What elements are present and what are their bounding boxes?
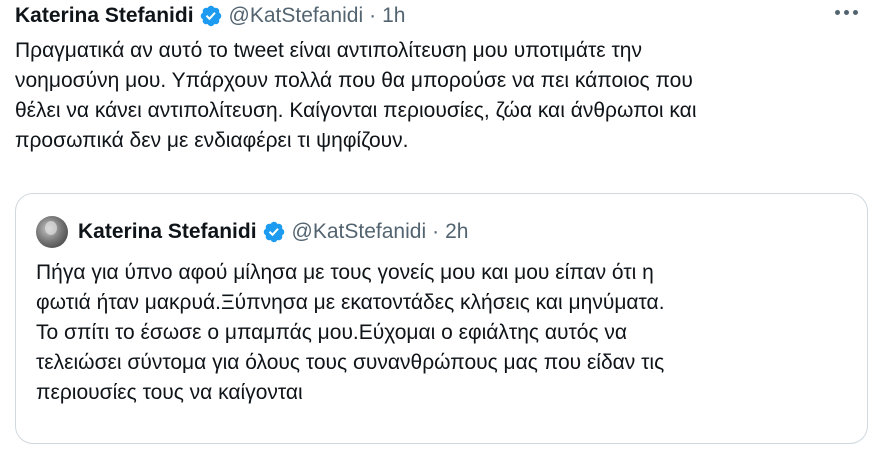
quoted-author-name: Katerina Stefanidi bbox=[78, 220, 257, 243]
quoted-tweet-timestamp: 2h bbox=[445, 220, 469, 243]
avatar bbox=[36, 216, 68, 248]
quoted-tweet-card[interactable]: Katerina Stefanidi @KatStefanidi · 2h Πή… bbox=[15, 193, 868, 444]
quoted-tweet-text: Πήγα για ύπνο αφού μίλησα με τους γονείς… bbox=[36, 261, 665, 404]
tweet-timestamp[interactable]: 1h bbox=[382, 4, 405, 28]
tweet-card[interactable]: Katerina Stefanidi @KatStefanidi · 1h Πρ… bbox=[0, 0, 880, 454]
tweet-header: Katerina Stefanidi @KatStefanidi · 1h bbox=[15, 2, 405, 30]
quoted-tweet-header: Katerina Stefanidi @KatStefanidi · 2h bbox=[36, 216, 468, 248]
verified-badge-icon bbox=[199, 4, 223, 28]
quoted-author-handle: @KatStefanidi bbox=[291, 220, 427, 243]
tweet-text: Πραγματικά αν αυτό το tweet είναι αντιπο… bbox=[15, 39, 697, 152]
separator-dot: · bbox=[432, 220, 440, 243]
verified-badge-icon bbox=[262, 220, 286, 244]
author-name[interactable]: Katerina Stefanidi bbox=[15, 4, 194, 28]
author-handle[interactable]: @KatStefanidi bbox=[229, 4, 364, 28]
separator-dot: · bbox=[369, 4, 377, 27]
more-horizontal-icon[interactable] bbox=[835, 10, 858, 15]
